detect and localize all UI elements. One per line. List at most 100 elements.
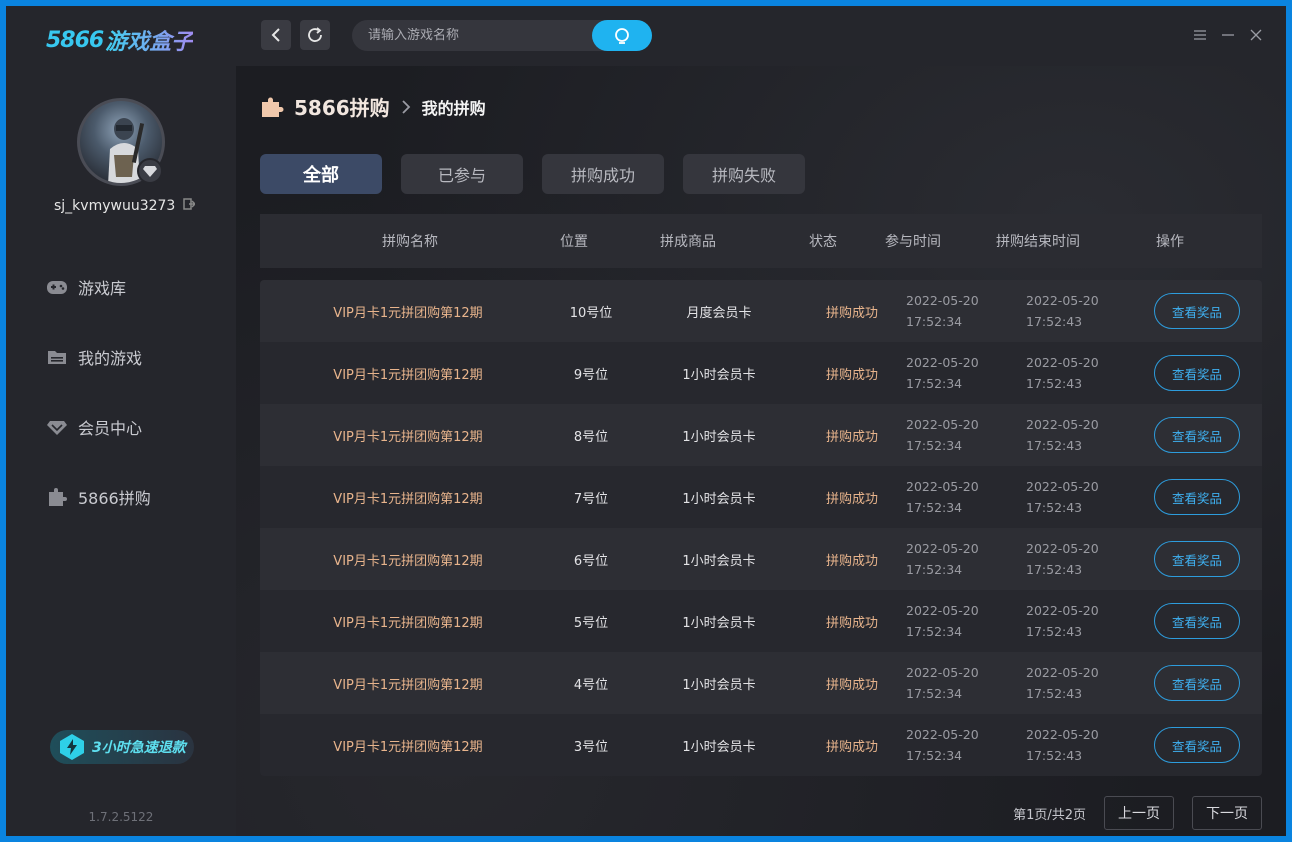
end-date: 2022-05-20 bbox=[1026, 541, 1099, 556]
cell-position: 6号位 bbox=[573, 553, 609, 569]
tab-success[interactable]: 拼购成功 bbox=[542, 154, 664, 194]
cell-end-time: 2022-05-20 17:52:43 bbox=[1012, 538, 1132, 580]
cell-join-time: 2022-05-20 17:52:34 bbox=[892, 414, 1012, 456]
app-version: 1.7.2.5122 bbox=[88, 810, 154, 824]
table-row: VIP月卡1元拼团购第12期 3号位 1小时会员卡 拼购成功 2022-05-2… bbox=[260, 714, 1262, 776]
end-clock: 17:52:43 bbox=[1026, 624, 1083, 639]
cell-status: 拼购成功 bbox=[825, 615, 878, 631]
sidebar-item-vip-center[interactable]: 会员中心 bbox=[46, 414, 142, 440]
cell-name: VIP月卡1元拼团购第12期 bbox=[333, 429, 483, 445]
view-prize-button[interactable]: 查看奖品 bbox=[1154, 727, 1240, 763]
logo-text: 游戏盒子 bbox=[105, 24, 193, 56]
view-prize-button[interactable]: 查看奖品 bbox=[1154, 417, 1240, 453]
join-clock: 17:52:34 bbox=[906, 624, 963, 639]
refresh-button[interactable] bbox=[300, 20, 330, 50]
close-button[interactable] bbox=[1247, 26, 1265, 44]
end-clock: 17:52:43 bbox=[1026, 376, 1083, 391]
prev-page-button[interactable]: 上一页 bbox=[1104, 796, 1174, 830]
refund-badge-label: 3小时急速退款 bbox=[92, 740, 186, 756]
join-date: 2022-05-20 bbox=[906, 293, 979, 308]
next-page-button[interactable]: 下一页 bbox=[1192, 796, 1262, 830]
search-box bbox=[352, 20, 652, 51]
end-date: 2022-05-20 bbox=[1026, 479, 1099, 494]
cell-name: VIP月卡1元拼团购第12期 bbox=[333, 739, 483, 755]
cell-status: 拼购成功 bbox=[825, 677, 878, 693]
cell-name: VIP月卡1元拼团购第12期 bbox=[333, 367, 483, 383]
cell-status: 拼购成功 bbox=[825, 553, 878, 569]
join-clock: 17:52:34 bbox=[906, 748, 963, 763]
end-clock: 17:52:43 bbox=[1026, 314, 1083, 329]
app-window: 5866 游戏盒子 sj_kvmywuu3273 游戏库 我的游戏 会员中心 5… bbox=[0, 0, 1292, 842]
view-prize-button[interactable]: 查看奖品 bbox=[1154, 665, 1240, 701]
cell-join-time: 2022-05-20 17:52:34 bbox=[892, 724, 1012, 766]
table-row: VIP月卡1元拼团购第12期 5号位 1小时会员卡 拼购成功 2022-05-2… bbox=[260, 590, 1262, 652]
join-date: 2022-05-20 bbox=[906, 727, 979, 742]
table-row: VIP月卡1元拼团购第12期 8号位 1小时会员卡 拼购成功 2022-05-2… bbox=[260, 404, 1262, 466]
cell-action: 查看奖品 bbox=[1132, 293, 1262, 329]
cell-action: 查看奖品 bbox=[1132, 355, 1262, 391]
filter-tabs: 全部 已参与 拼购成功 拼购失败 bbox=[260, 154, 805, 194]
table-body: VIP月卡1元拼团购第12期 10号位 月度会员卡 拼购成功 2022-05-2… bbox=[260, 280, 1262, 776]
table-row: VIP月卡1元拼团购第12期 7号位 1小时会员卡 拼购成功 2022-05-2… bbox=[260, 466, 1262, 528]
cell-end-time: 2022-05-20 17:52:43 bbox=[1012, 290, 1132, 332]
minimize-button[interactable] bbox=[1219, 26, 1237, 44]
cell-end-time: 2022-05-20 17:52:43 bbox=[1012, 600, 1132, 642]
gamepad-icon bbox=[47, 281, 67, 294]
search-input[interactable] bbox=[352, 28, 582, 43]
join-date: 2022-05-20 bbox=[906, 479, 979, 494]
cell-end-time: 2022-05-20 17:52:43 bbox=[1012, 352, 1132, 394]
view-prize-button[interactable]: 查看奖品 bbox=[1154, 293, 1240, 329]
cell-action: 查看奖品 bbox=[1132, 417, 1262, 453]
view-prize-button[interactable]: 查看奖品 bbox=[1154, 541, 1240, 577]
refund-badge[interactable]: 3小时急速退款 bbox=[50, 730, 194, 764]
tab-all[interactable]: 全部 bbox=[260, 154, 382, 194]
cell-product: 1小时会员卡 bbox=[682, 367, 756, 383]
end-clock: 17:52:43 bbox=[1026, 748, 1083, 763]
cell-join-time: 2022-05-20 17:52:34 bbox=[892, 600, 1012, 642]
header-end-time: 拼购结束时间 bbox=[996, 234, 1080, 250]
sidebar-item-label: 会员中心 bbox=[78, 419, 143, 438]
logo-number: 5866 bbox=[46, 27, 104, 53]
main-content: 5866拼购 我的拼购 全部 已参与 拼购成功 拼购失败 拼购名称 位置 拼成商… bbox=[236, 66, 1286, 836]
search-button[interactable] bbox=[592, 20, 652, 51]
back-button[interactable] bbox=[261, 20, 291, 50]
sidebar-item-game-library[interactable]: 游戏库 bbox=[46, 274, 126, 300]
sidebar-item-group-buy[interactable]: 5866拼购 bbox=[46, 484, 151, 510]
table-row: VIP月卡1元拼团购第12期 9号位 1小时会员卡 拼购成功 2022-05-2… bbox=[260, 342, 1262, 404]
logout-icon[interactable] bbox=[183, 198, 197, 214]
sidebar-item-my-games[interactable]: 我的游戏 bbox=[46, 344, 142, 370]
table-row: VIP月卡1元拼团购第12期 10号位 月度会员卡 拼购成功 2022-05-2… bbox=[260, 280, 1262, 342]
join-clock: 17:52:34 bbox=[906, 562, 963, 577]
cell-product: 1小时会员卡 bbox=[682, 739, 756, 755]
cell-end-time: 2022-05-20 17:52:43 bbox=[1012, 476, 1132, 518]
cell-name: VIP月卡1元拼团购第12期 bbox=[333, 677, 483, 693]
view-prize-button[interactable]: 查看奖品 bbox=[1154, 479, 1240, 515]
view-prize-button[interactable]: 查看奖品 bbox=[1154, 603, 1240, 639]
cell-name: VIP月卡1元拼团购第12期 bbox=[333, 305, 483, 321]
puzzle-icon bbox=[49, 488, 67, 506]
join-date: 2022-05-20 bbox=[906, 665, 979, 680]
cell-position: 3号位 bbox=[573, 739, 609, 755]
pagination: 第1页/共2页 上一页 下一页 bbox=[1013, 796, 1262, 830]
cell-action: 查看奖品 bbox=[1132, 479, 1262, 515]
end-clock: 17:52:43 bbox=[1026, 686, 1083, 701]
end-date: 2022-05-20 bbox=[1026, 603, 1099, 618]
header-status: 状态 bbox=[809, 234, 837, 250]
join-clock: 17:52:34 bbox=[906, 686, 963, 701]
view-prize-button[interactable]: 查看奖品 bbox=[1154, 355, 1240, 391]
cell-join-time: 2022-05-20 17:52:34 bbox=[892, 538, 1012, 580]
sidebar-item-label: 游戏库 bbox=[78, 279, 127, 298]
tab-joined[interactable]: 已参与 bbox=[401, 154, 523, 194]
breadcrumb-root[interactable]: 5866拼购 bbox=[294, 92, 390, 121]
cell-product: 月度会员卡 bbox=[686, 305, 752, 321]
cell-join-time: 2022-05-20 17:52:34 bbox=[892, 352, 1012, 394]
chevron-left-icon bbox=[271, 28, 280, 42]
menu-button[interactable] bbox=[1191, 26, 1209, 44]
tab-failed[interactable]: 拼购失败 bbox=[683, 154, 805, 194]
cell-end-time: 2022-05-20 17:52:43 bbox=[1012, 662, 1132, 704]
cell-status: 拼购成功 bbox=[825, 305, 878, 321]
cell-action: 查看奖品 bbox=[1132, 727, 1262, 763]
join-date: 2022-05-20 bbox=[906, 603, 979, 618]
cell-position: 9号位 bbox=[573, 367, 609, 383]
cell-position: 7号位 bbox=[573, 491, 609, 507]
